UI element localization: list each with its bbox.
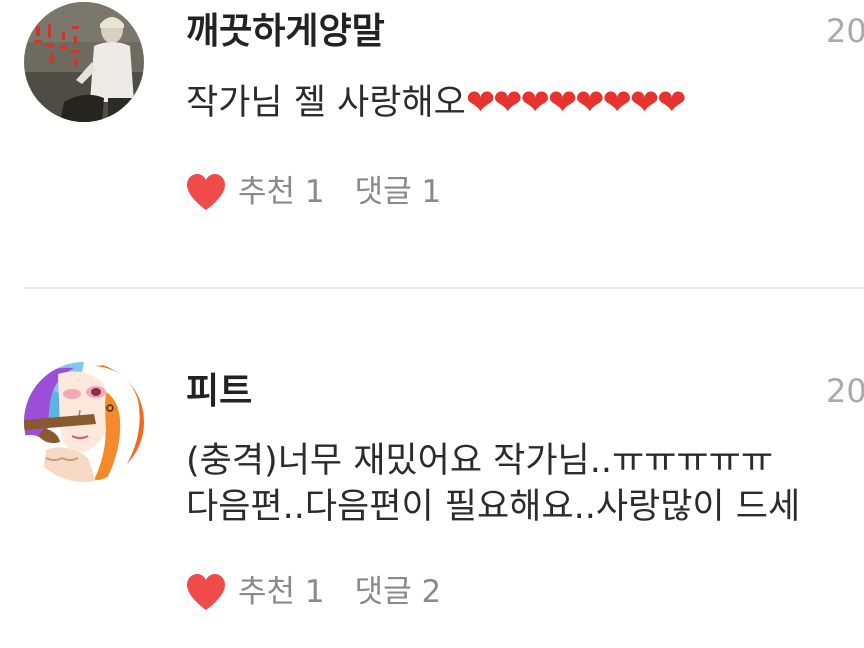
comment-item: 피트 20 (충격)너무 재밌어요 작가님..ㅠㅠㅠㅠㅠ 다음편..다음편이 필…	[0, 290, 864, 648]
user-avatar[interactable]	[24, 362, 144, 482]
comment-text: 작가님 젤 사랑해오❤❤❤❤❤❤❤❤	[186, 80, 864, 126]
like-count[interactable]: 추천 1	[238, 570, 325, 614]
comment-date: 20	[826, 372, 864, 410]
comment-item: 깨끗하게양말 20 작가님 젤 사랑해오❤❤❤❤❤❤❤❤ 추천 1 댓글 1	[0, 0, 864, 288]
comment-actions: 추천 1 댓글 2	[184, 570, 441, 614]
like-count[interactable]: 추천 1	[238, 170, 325, 214]
comment-actions: 추천 1 댓글 1	[184, 170, 441, 214]
user-avatar[interactable]	[24, 2, 144, 122]
username[interactable]: 깨끗하게양말	[186, 12, 385, 52]
profile-photo-icon	[24, 2, 144, 122]
reply-count[interactable]: 댓글 2	[355, 570, 442, 614]
comment-text-line: (충격)너무 재밌어요 작가님..ㅠㅠㅠㅠㅠ	[186, 441, 774, 481]
heart-emoji-icon: ❤❤❤❤❤❤❤❤	[465, 83, 687, 123]
comment-text: (충격)너무 재밌어요 작가님..ㅠㅠㅠㅠㅠ 다음편..다음편이 필요해요..사…	[186, 438, 864, 530]
heart-icon[interactable]	[184, 572, 228, 612]
heart-icon[interactable]	[184, 172, 228, 212]
username[interactable]: 피트	[186, 372, 252, 412]
profile-drawing-icon	[24, 362, 144, 482]
comment-date: 20	[826, 12, 864, 50]
comment-text-line: 다음편..다음편이 필요해요..사랑많이 드세	[186, 487, 801, 527]
comment-list: 깨끗하게양말 20 작가님 젤 사랑해오❤❤❤❤❤❤❤❤ 추천 1 댓글 1 피…	[0, 0, 864, 648]
comment-text-prefix: 작가님 젤 사랑해오	[186, 83, 466, 123]
divider	[24, 287, 864, 289]
reply-count[interactable]: 댓글 1	[355, 170, 442, 214]
